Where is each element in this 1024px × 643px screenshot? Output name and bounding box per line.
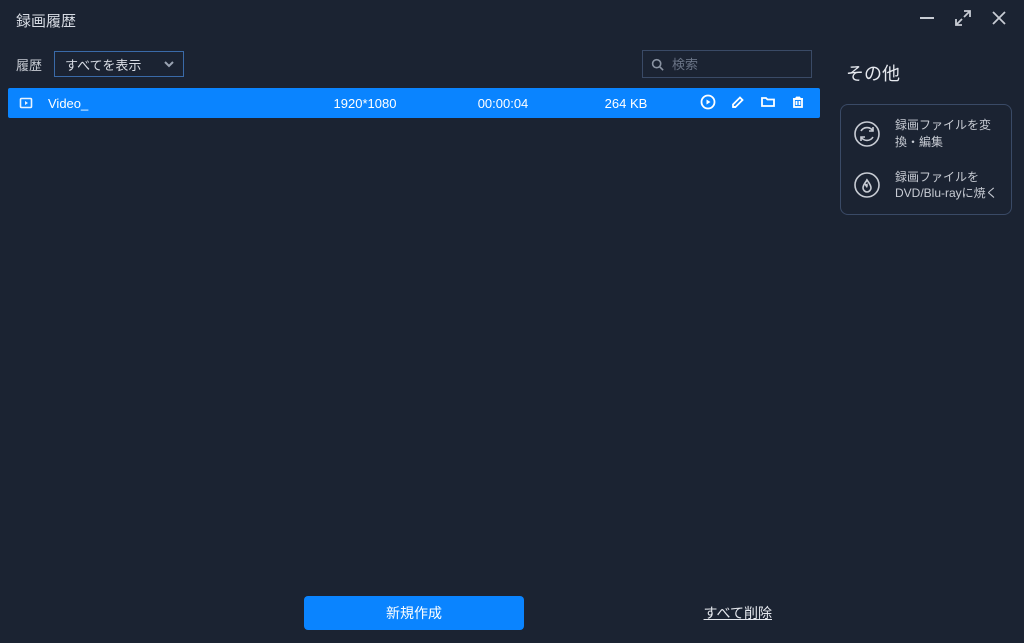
footer: 新規作成 すべて削除	[0, 583, 828, 643]
convert-icon	[851, 118, 883, 150]
history-label: 履歴	[16, 55, 42, 74]
history-filter-value: すべてを表示	[65, 55, 141, 74]
minimize-button[interactable]	[918, 9, 936, 32]
maximize-button[interactable]	[954, 9, 972, 32]
new-recording-button[interactable]: 新規作成	[304, 596, 524, 630]
titlebar: 録画履歴	[0, 0, 1024, 40]
file-size: 264 KB	[576, 96, 676, 111]
window-controls	[918, 9, 1008, 32]
search-box[interactable]	[642, 50, 812, 78]
convert-edit-action[interactable]: 録画ファイルを変換・編集	[851, 117, 1001, 151]
burn-disc-action[interactable]: 録画ファイルをDVD/Blu-rayに焼く	[851, 169, 1001, 203]
side-panel-title: その他	[846, 60, 1008, 86]
side-panel: その他 録画ファイルを変換・編集 録画ファイルをDVD/Blu-rayに焼く	[828, 40, 1024, 643]
play-button[interactable]	[700, 94, 716, 113]
delete-all-label: すべて削除	[704, 605, 772, 621]
window-title: 録画履歴	[16, 10, 76, 31]
toolbar: 履歴 すべてを表示	[0, 40, 828, 88]
delete-all-button[interactable]: すべて削除	[704, 603, 772, 623]
file-type-icon	[18, 96, 34, 110]
side-actions-card: 録画ファイルを変換・編集 録画ファイルをDVD/Blu-rayに焼く	[840, 104, 1012, 215]
search-icon	[651, 57, 664, 72]
minimize-icon	[918, 9, 936, 27]
file-resolution: 1920*1080	[300, 96, 430, 111]
play-icon	[700, 94, 716, 110]
maximize-icon	[954, 9, 972, 27]
burn-disc-label: 録画ファイルをDVD/Blu-rayに焼く	[895, 169, 1001, 203]
edit-icon	[730, 94, 746, 110]
burn-icon	[851, 169, 883, 201]
close-button[interactable]	[990, 9, 1008, 32]
close-icon	[990, 9, 1008, 27]
file-duration: 00:00:04	[438, 96, 568, 111]
new-recording-label: 新規作成	[386, 603, 442, 623]
main-panel: 履歴 すべてを表示 Video_ 1920*1080 00:00:04 264 …	[0, 40, 828, 643]
edit-button[interactable]	[730, 94, 746, 113]
file-name: Video_	[42, 96, 292, 111]
search-input[interactable]	[672, 57, 803, 72]
folder-icon	[760, 94, 776, 110]
row-actions	[684, 94, 810, 113]
recording-row[interactable]: Video_ 1920*1080 00:00:04 264 KB	[8, 88, 820, 118]
recording-list: Video_ 1920*1080 00:00:04 264 KB	[0, 88, 828, 583]
trash-icon	[790, 94, 806, 110]
convert-edit-label: 録画ファイルを変換・編集	[895, 117, 1001, 151]
delete-button[interactable]	[790, 94, 806, 113]
history-filter-select[interactable]: すべてを表示	[54, 51, 184, 77]
chevron-down-icon	[163, 58, 175, 70]
open-folder-button[interactable]	[760, 94, 776, 113]
